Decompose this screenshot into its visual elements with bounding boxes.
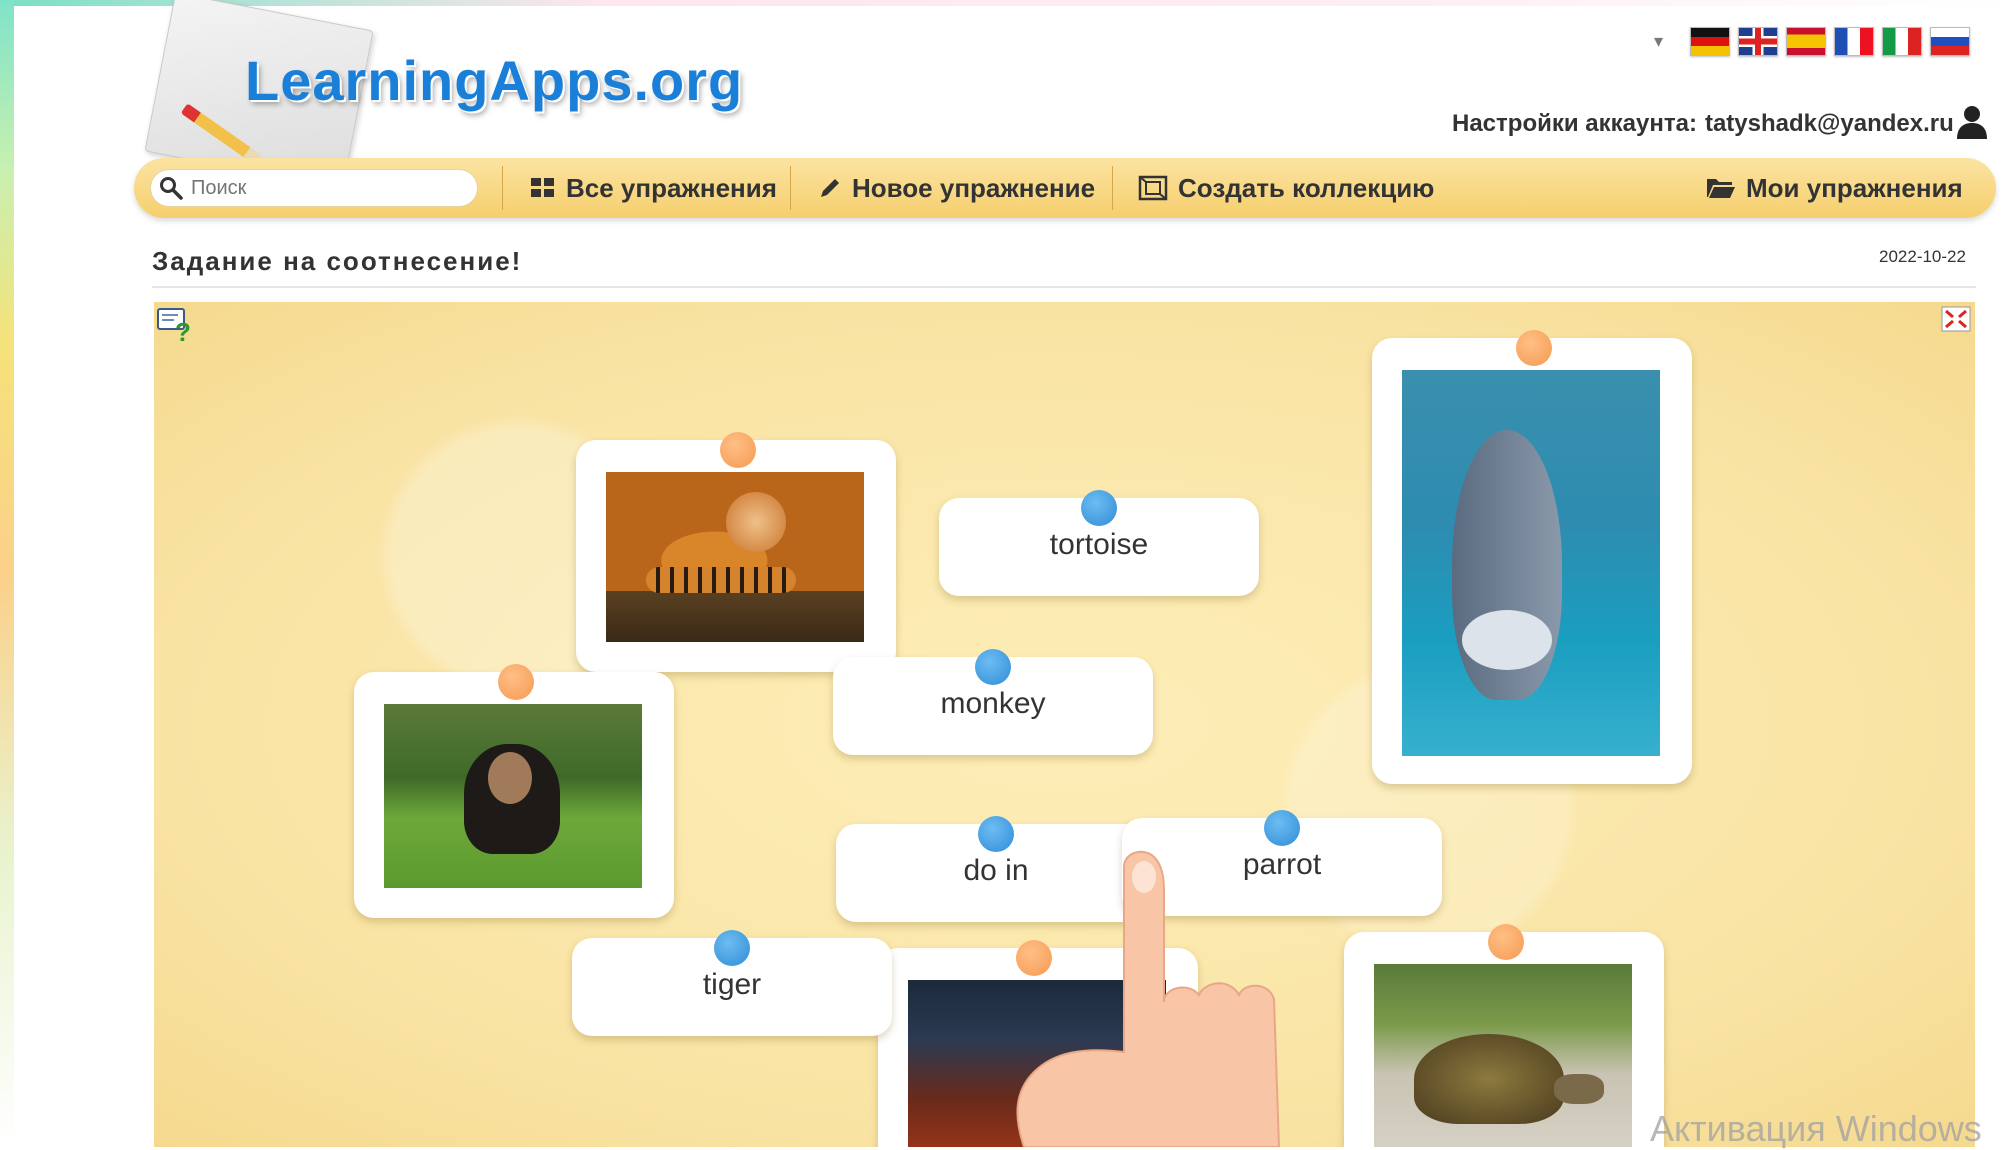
flag-english-icon[interactable] [1738,27,1778,56]
search-input[interactable] [189,175,463,201]
word-card-monkey-label: monkey [940,687,1046,720]
word-card-monkey[interactable]: monkey [833,649,1153,755]
search-box[interactable] [150,169,478,207]
nav-divider [790,166,791,210]
fullscreen-icon[interactable] [1941,306,1971,332]
nav-my-exercises[interactable]: Мои упражнения [1706,158,1963,218]
page-date: 2022-10-22 [1879,247,1966,266]
word-card-tortoise[interactable]: tortoise [939,490,1259,596]
nav-all-exercises-label: Все упражнения [566,172,777,203]
monkey-image [384,704,642,888]
help-icon[interactable]: ? [156,305,196,345]
nav-new-exercise-label: Новое упражнение [852,172,1096,203]
svg-text:?: ? [175,317,191,345]
exercise-board: ? tortoise monkey do in parrot tiger [154,302,1975,1147]
nav-my-exercises-label: Мои упражнения [1746,172,1963,203]
image-card-tortoise[interactable] [1344,924,1664,1147]
flag-french-icon[interactable] [1834,27,1874,56]
image-card-monkey[interactable] [354,664,674,918]
image-card-tiger[interactable] [576,432,896,672]
page-title: Задание на соотнесение! [152,246,523,276]
nav-divider [502,166,503,210]
nav-create-collection[interactable]: Создать коллекцию [1138,158,1434,218]
word-card-tiger[interactable]: tiger [572,930,892,1036]
tortoise-image [1374,964,1632,1147]
account-settings-label: Настройки аккаунта: [1452,110,1697,137]
flag-russian-icon[interactable] [1930,27,1970,56]
tiger-image [606,472,864,642]
dolphin-image [1402,370,1660,756]
image-card-monkey-pin[interactable] [498,664,534,700]
left-edge-strip [0,0,14,1147]
user-icon[interactable] [1955,104,1989,140]
nav-new-exercise[interactable]: Новое упражнение [818,158,1095,218]
image-card-tortoise-pin[interactable] [1488,924,1524,960]
image-card-tiger-pin[interactable] [720,432,756,468]
word-card-tortoise-label: tortoise [1049,528,1149,561]
windows-activation-watermark: Активация Windows [1650,1108,1982,1149]
nav-divider [1112,166,1113,210]
nav-create-collection-label: Создать коллекцию [1178,172,1435,203]
image-card-dolphin-pin[interactable] [1516,330,1552,366]
flag-italian-icon[interactable] [1882,27,1922,56]
pencil-icon [821,179,839,197]
folder-open-icon [1707,179,1735,198]
top-edge-strip [0,0,2011,6]
account-settings-link[interactable]: Настройки аккаунта: tatyshadk@yandex.ru [1452,110,1954,138]
grid-icon [531,178,554,197]
flag-german-icon[interactable] [1690,27,1730,56]
language-flags [1690,27,1970,56]
account-email: tatyshadk@yandex.ru [1704,110,1954,137]
search-icon [160,177,183,200]
collection-icon [1138,175,1168,201]
main-nav-bar: Все упражнения Новое упражнение Создать … [134,158,1996,218]
pointing-hand-icon [1016,850,1281,1147]
word-card-tortoise-pin[interactable] [1081,490,1117,526]
word-card-parrot-pin[interactable] [1264,810,1300,846]
word-card-tiger-label: tiger [702,968,762,1001]
word-card-monkey-pin[interactable] [975,649,1011,685]
logo-text[interactable]: LearningApps.org [245,48,743,113]
language-dropdown-caret-icon[interactable]: ▾ [1654,31,1663,52]
nav-all-exercises[interactable]: Все упражнения [530,158,777,218]
flag-spanish-icon[interactable] [1786,27,1826,56]
title-divider [152,286,1976,288]
word-card-tiger-pin[interactable] [714,930,750,966]
image-card-dolphin[interactable] [1372,330,1692,784]
